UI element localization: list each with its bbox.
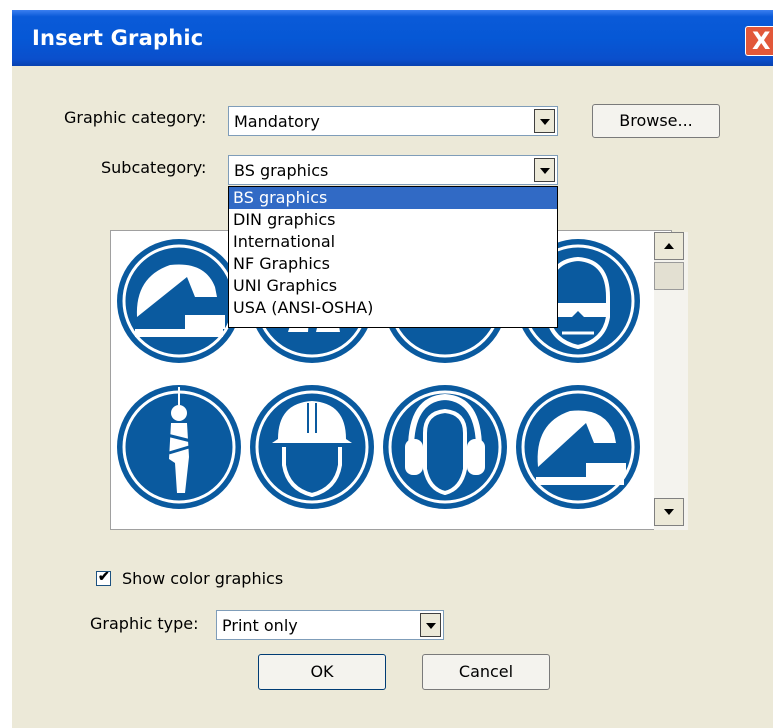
scroll-up-button[interactable] — [654, 232, 684, 260]
chevron-down-icon — [664, 509, 674, 515]
subcategory-option[interactable]: UNI Graphics — [229, 275, 557, 297]
safety-harness-icon[interactable] — [115, 383, 243, 511]
show-color-label: Show color graphics — [122, 569, 284, 588]
window-title: Insert Graphic — [32, 26, 204, 50]
subcategory-option[interactable]: NF Graphics — [229, 253, 557, 275]
subcategory-label: Subcategory: — [101, 158, 207, 177]
subcategory-option[interactable]: BS graphics — [229, 187, 557, 209]
close-button[interactable]: X — [745, 26, 773, 56]
face-shield-icon[interactable] — [514, 383, 642, 511]
chevron-down-icon[interactable] — [420, 613, 441, 637]
graphic-category-select[interactable]: Mandatory — [228, 106, 558, 136]
subcategory-dropdown-list[interactable]: BS graphics DIN graphics International N… — [228, 186, 558, 328]
scroll-thumb[interactable] — [654, 262, 684, 290]
hard-hat-icon[interactable] — [248, 383, 376, 511]
ok-button[interactable]: OK — [258, 654, 386, 690]
browse-button[interactable]: Browse... — [592, 104, 720, 138]
subcategory-option[interactable]: DIN graphics — [229, 209, 557, 231]
title-bar[interactable]: Insert Graphic X — [12, 10, 773, 66]
gallery-scrollbar[interactable] — [654, 232, 688, 530]
graphic-type-label: Graphic type: — [90, 614, 199, 633]
chevron-up-icon — [664, 243, 674, 249]
scroll-down-button[interactable] — [654, 498, 684, 526]
subcategory-option[interactable]: USA (ANSI-OSHA) — [229, 297, 557, 319]
subcategory-select[interactable]: BS graphics — [228, 155, 558, 185]
cancel-button[interactable]: Cancel — [422, 654, 550, 690]
graphic-type-value: Print only — [222, 616, 298, 635]
subcategory-option[interactable]: International — [229, 231, 557, 253]
chevron-down-icon[interactable] — [534, 109, 555, 133]
insert-graphic-dialog: Insert Graphic X Graphic category: Manda… — [12, 10, 773, 728]
ear-protection-icon[interactable] — [381, 383, 509, 511]
show-color-checkbox[interactable]: ✔ — [96, 568, 111, 586]
chevron-down-icon[interactable] — [534, 158, 555, 182]
graphic-category-value: Mandatory — [234, 112, 320, 131]
face-shield-icon[interactable] — [115, 237, 243, 365]
close-icon: X — [752, 27, 771, 55]
checkmark-icon: ✔ — [98, 568, 110, 584]
graphic-category-label: Graphic category: — [64, 108, 207, 127]
graphic-type-select[interactable]: Print only — [216, 610, 444, 640]
subcategory-value: BS graphics — [234, 161, 329, 180]
